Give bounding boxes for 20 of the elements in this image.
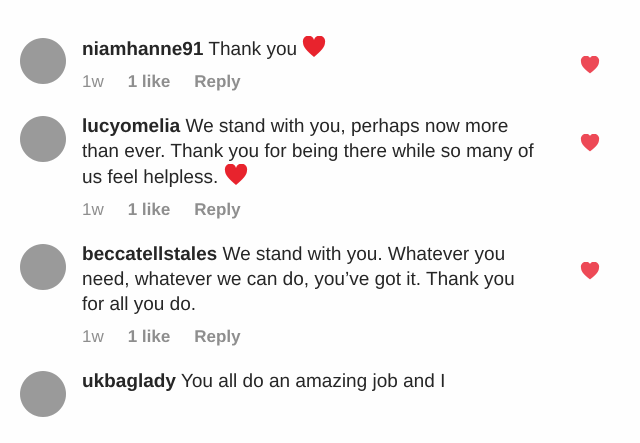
reply-link[interactable]: Reply bbox=[194, 200, 241, 220]
comment-time: 1w bbox=[82, 72, 104, 92]
comment-text: ukbaglady You all do an amazing job and I bbox=[82, 370, 446, 394]
reply-link[interactable]: Reply bbox=[194, 327, 241, 347]
reply-link[interactable]: Reply bbox=[194, 72, 241, 92]
comment-time: 1w bbox=[82, 200, 104, 220]
likes-count-link[interactable]: 1 like bbox=[128, 327, 170, 347]
comment-text: niamhanne91 Thank you bbox=[82, 36, 537, 62]
like-button[interactable] bbox=[580, 262, 600, 280]
avatar-photo[interactable] bbox=[20, 38, 66, 84]
comment-text: lucyomelia We stand with you, perhaps now more than ever. Thank you for being there while so many of us feel helpless. bbox=[82, 115, 535, 190]
comment-time: 1w bbox=[82, 327, 104, 347]
like-button[interactable] bbox=[580, 134, 600, 152]
avatar-photo[interactable] bbox=[20, 244, 66, 290]
likes-count-link[interactable]: 1 like bbox=[128, 200, 170, 220]
comment-text: beccatellstales We stand with you. Whatever you need, whatever we can do, you’ve got it. Thank you for all you do. bbox=[82, 243, 516, 317]
avatar-photo[interactable] bbox=[20, 116, 66, 162]
like-button[interactable] bbox=[580, 56, 600, 74]
avatar-photo[interactable] bbox=[20, 371, 66, 417]
likes-count-link[interactable]: 1 like bbox=[128, 72, 170, 92]
